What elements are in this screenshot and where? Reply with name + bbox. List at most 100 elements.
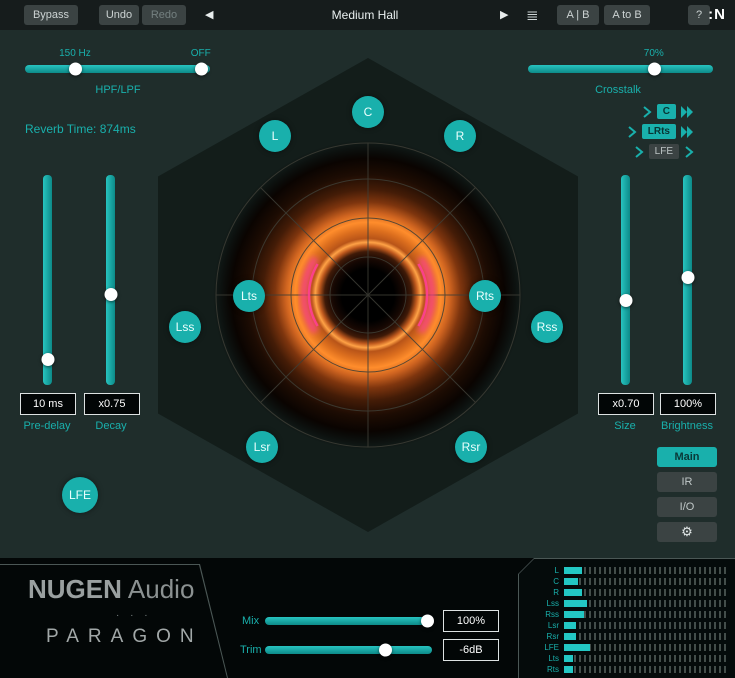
routing-button-lfe[interactable]: LFE [649,144,679,159]
crosstalk-track[interactable] [528,65,713,73]
channel-node-rts[interactable]: Rts [469,280,501,312]
product-name: PARAGON [46,626,203,648]
meter-row-lfe: LFE [519,642,729,653]
channel-node-rss[interactable]: Rss [531,311,563,343]
preset-name[interactable]: Medium Hall [250,0,480,30]
routing-row-c: C [588,102,696,121]
pre-delay-handle[interactable] [41,353,54,366]
channel-node-r[interactable]: R [444,120,476,152]
brightness-handle[interactable] [681,271,694,284]
chevron-out-icon[interactable] [684,146,694,158]
channel-node-c[interactable]: C [352,96,384,128]
redo-button[interactable]: Redo [142,5,186,25]
decay-value[interactable]: x0.75 [84,393,140,415]
meter-channel-label: C [519,577,564,586]
channel-node-lsr[interactable]: Lsr [246,431,278,463]
preset-list-icon[interactable]: ≣ [520,0,545,30]
channel-node-l[interactable]: L [259,120,291,152]
settings-gear-icon[interactable]: ⚙ [657,522,717,542]
routing-button-c[interactable]: C [657,104,676,119]
mix-label: Mix [242,615,259,627]
crosstalk-caption: Crosstalk [595,84,641,96]
size-track[interactable] [621,175,630,385]
meter-row-lts: Lts [519,653,729,664]
a-to-b-button[interactable]: A to B [604,5,650,25]
undo-button[interactable]: Undo [99,5,139,25]
mix-track[interactable] [265,617,432,625]
meter-bar [564,567,729,574]
chevron-out-icon[interactable] [681,126,694,138]
meter-row-lss: Lss [519,598,729,609]
trim-handle[interactable] [379,644,392,657]
trim-label: Trim [240,644,262,656]
trim-track[interactable] [265,646,432,654]
meter-bar [564,666,729,673]
brightness-track[interactable] [683,175,692,385]
preset-next-icon[interactable]: ▶ [500,0,508,30]
channel-node-lfe[interactable]: LFE [62,477,98,513]
brightness-value[interactable]: 100% [660,393,716,415]
meter-channel-label: Lsr [519,621,564,630]
crosstalk-handle[interactable] [648,63,661,76]
brand-logo: NUGENAudio [28,574,194,605]
meter-row-lsr: Lsr [519,620,729,631]
lpf-handle[interactable] [195,63,208,76]
mix-value[interactable]: 100% [443,610,499,632]
help-button[interactable]: ? [688,5,710,25]
footer-panel: NUGENAudio · · · PARAGON Mix 100% Trim -… [0,558,735,678]
routing-button-lrts[interactable]: LRts [642,124,676,139]
meter-bar [564,644,729,651]
brand-name-bold: NUGEN [28,574,122,604]
brightness-label: Brightness [661,420,713,432]
decay-handle[interactable] [104,288,117,301]
pre-delay-track[interactable] [43,175,52,385]
lpf-high-label: OFF [191,48,211,59]
paragon-plugin-window: Bypass Undo Redo ◀ Medium Hall ▶ ≣ A | B… [0,0,735,678]
bypass-button[interactable]: Bypass [24,5,78,25]
tab-io[interactable]: I/O [657,497,717,517]
meter-bar [564,578,729,585]
channel-node-lss[interactable]: Lss [169,311,201,343]
hpf-lpf-track[interactable] [25,65,210,73]
chevron-out-icon[interactable] [681,106,694,118]
meter-panel: LCRLssRssLsr Rsr LFE Lts Rts [518,558,735,678]
meter-channel-label: Rts [519,665,564,674]
tab-ir[interactable]: IR [657,472,717,492]
size-handle[interactable] [619,294,632,307]
ab-compare-button[interactable]: A | B [557,5,599,25]
meter-channel-label: LFE [519,643,564,652]
size-label: Size [614,420,635,432]
meter-row-r: R [519,587,729,598]
meter-row-rts: Rts [519,664,729,675]
hpf-handle[interactable] [69,63,82,76]
hpf-lpf-group: 150 Hz OFF HPF/LPF [25,48,210,104]
decay-label: Decay [95,420,126,432]
hpf-low-label: 150 Hz [59,48,91,59]
chevron-in-icon[interactable] [642,106,652,118]
meter-channel-label: Lts [519,654,564,663]
size-value[interactable]: x0.70 [598,393,654,415]
decay-track[interactable] [106,175,115,385]
meter-bar [564,633,729,640]
routing-row-lrts: LRts [588,122,696,141]
channel-node-lts[interactable]: Lts [233,280,265,312]
meter-row-rsr: Rsr [519,631,729,642]
brand-dots: · · · [116,610,152,621]
pre-delay-value[interactable]: 10 ms [20,393,76,415]
meter-channel-label: Rsr [519,632,564,641]
mix-handle[interactable] [421,615,434,628]
preset-prev-icon[interactable]: ◀ [205,0,213,30]
chevron-in-icon[interactable] [634,146,644,158]
pre-delay-label: Pre-delay [23,420,70,432]
trim-value[interactable]: -6dB [443,639,499,661]
meter-channel-label: L [519,566,564,575]
meter-row-rss: Rss [519,609,729,620]
meter-bar [564,600,729,607]
chevron-in-icon[interactable] [627,126,637,138]
nugen-logo-icon: :N [708,0,726,30]
tab-main[interactable]: Main [657,447,717,467]
channel-node-rsr[interactable]: Rsr [455,431,487,463]
crosstalk-value: 70% [644,48,664,59]
routing-row-lfe: LFE [588,142,696,161]
meter-bar [564,655,729,662]
